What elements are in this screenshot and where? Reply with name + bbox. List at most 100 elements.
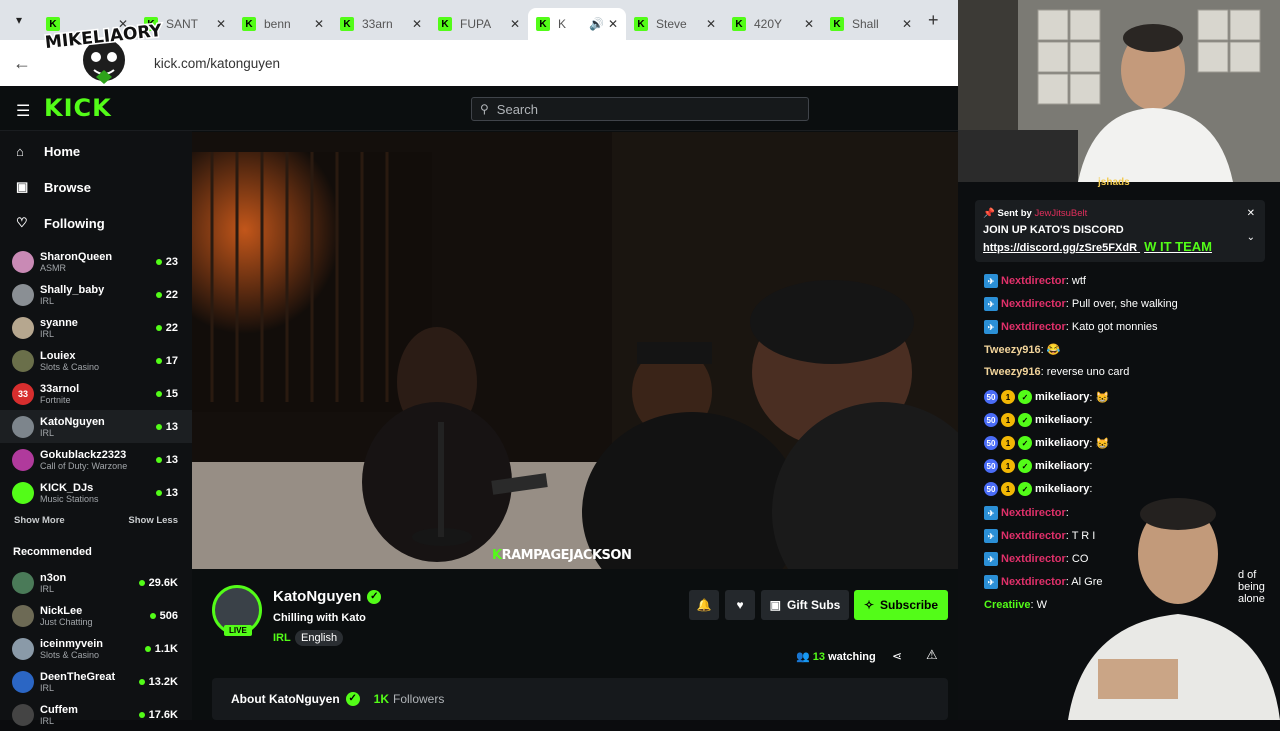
chat-username[interactable]: Nextdirector	[1001, 298, 1066, 310]
sidebar-nav-home[interactable]: ⌂ Home	[0, 133, 192, 169]
show-less-button[interactable]: Show Less	[128, 515, 178, 526]
channel-info: NickLee Just Chatting	[40, 605, 150, 627]
viewer-count: 23	[155, 256, 178, 268]
chevron-down-icon[interactable]: ⌄	[1247, 232, 1255, 243]
tab-title: FUPA	[460, 17, 492, 31]
avatar-initials: 33	[17, 388, 28, 399]
channel-name: DeenTheGreat	[40, 670, 116, 683]
sidebar-nav-browse[interactable]: ▣ Browse	[0, 169, 192, 205]
channel-info: Cuffem IRL	[40, 704, 139, 726]
nav-label: Browse	[44, 179, 91, 195]
kick-favicon-icon: K	[340, 17, 354, 31]
badge-icon: ✈	[984, 506, 998, 520]
gift-icon: ▣	[769, 598, 781, 612]
browser-tab[interactable]: K 33arn ✕	[332, 8, 430, 40]
sidebar-channel[interactable]: NickLee Just Chatting 506	[0, 599, 192, 632]
live-dot	[138, 678, 145, 685]
search-placeholder: Search	[496, 101, 538, 117]
new-tab-button[interactable]: +	[928, 10, 939, 31]
avatar	[12, 250, 34, 273]
sidebar-channel[interactable]: Louiex Slots & Casino 17	[0, 344, 192, 377]
sidebar-channel[interactable]: n3on IRL 29.6K	[0, 566, 192, 599]
follow-button[interactable]: ♥	[725, 590, 755, 620]
sidebar-channel[interactable]: Gokublackz2323 Call of Duty: Warzone 13	[0, 443, 192, 476]
viewer-number: 13	[165, 486, 178, 499]
verified-badge-icon: ✓	[1018, 390, 1032, 404]
gift-subs-button[interactable]: ▣ Gift Subs	[761, 590, 849, 620]
chat-username[interactable]: Nextdirector	[1001, 321, 1066, 333]
chat-username[interactable]: mikeliaory	[1035, 414, 1089, 426]
channel-info: Louiex Slots & Casino	[40, 350, 156, 372]
share-icon[interactable]: ⋖	[892, 649, 902, 663]
live-dot	[155, 357, 162, 364]
sidebar-channel[interactable]: SharonQueen ASMR 23	[0, 245, 192, 278]
discord-link[interactable]: https://discord.gg/zSre5FXdR	[983, 242, 1137, 254]
badge-icon: ✈	[984, 320, 998, 334]
chat-username[interactable]: mikeliaory	[1035, 437, 1089, 449]
sidebar-channel[interactable]: KICK_DJs Music Stations 13	[0, 476, 192, 509]
sidebar-channel[interactable]: KatoNguyen IRL 13	[0, 410, 192, 443]
viewer-number: 29.6K	[148, 576, 178, 589]
channel-info: SharonQueen ASMR	[40, 251, 156, 273]
browser-tab[interactable]: K Shall ✕	[822, 8, 920, 40]
wit-team-emote: W IT TEAM	[1144, 239, 1212, 254]
close-tab-icon[interactable]: ✕	[412, 17, 422, 31]
notification-button[interactable]: 🔔	[689, 590, 719, 620]
close-tab-icon[interactable]: ✕	[314, 17, 324, 31]
sidebar-channel[interactable]: DeenTheGreat IRL 13.2K	[0, 665, 192, 698]
sidebar-channel[interactable]: syanne IRL 22	[0, 311, 192, 344]
chat-username[interactable]: mikeliaory	[1035, 460, 1089, 472]
streamer-name[interactable]: KatoNguyen	[273, 588, 361, 605]
menu-icon[interactable]: ☰	[16, 101, 30, 121]
chat-username[interactable]: Tweezy916	[984, 344, 1041, 356]
show-more-button[interactable]: Show More	[14, 515, 65, 526]
video-player[interactable]: KRAMPAGEJACKSON	[192, 132, 958, 569]
badge-icon: ✈	[984, 297, 998, 311]
pinned-sender[interactable]: JewJitsuBelt	[1034, 208, 1087, 219]
kick-favicon-icon: K	[732, 17, 746, 31]
sidebar-channel[interactable]: Shally_baby IRL 22	[0, 278, 192, 311]
sidebar-channel[interactable]: 33 33arnol Fortnite 15	[0, 377, 192, 410]
chat-message: Tweezy916: 😂	[984, 343, 1060, 357]
speaker-icon[interactable]: 🔊	[589, 17, 604, 31]
close-tab-icon[interactable]: ✕	[608, 17, 618, 31]
video-caption: KRAMPAGEJACKSON	[492, 548, 632, 563]
chat-username[interactable]: mikeliaory	[1035, 391, 1089, 403]
browser-tab[interactable]: Kbenn ✕	[234, 8, 332, 40]
tab-list-dropdown[interactable]: ▾	[0, 0, 38, 40]
close-tab-icon[interactable]: ✕	[216, 17, 226, 31]
close-tab-icon[interactable]: ✕	[804, 17, 814, 31]
channel-category: Slots & Casino	[40, 649, 100, 660]
sidebar-channel[interactable]: Cuffem IRL 17.6K	[0, 698, 192, 731]
stream-category[interactable]: IRL	[273, 632, 291, 644]
close-tab-icon[interactable]: ✕	[706, 17, 716, 31]
subscribe-button[interactable]: ✧ Subscribe	[854, 590, 948, 620]
close-tab-icon[interactable]: ✕	[902, 17, 912, 31]
browser-tab[interactable]: K Steve ✕	[626, 8, 724, 40]
avatar	[12, 448, 34, 471]
heart-icon: ♥	[736, 598, 744, 612]
language-tag[interactable]: English	[295, 630, 344, 646]
chat-message: ✈ Nextdirector: Kato got monnies	[984, 320, 1158, 334]
channel-info: Shally_baby IRL	[40, 284, 156, 306]
followers-label: Followers	[393, 692, 445, 706]
chat-username[interactable]: Nextdirector	[1001, 275, 1066, 287]
close-tab-icon[interactable]: ✕	[510, 17, 520, 31]
browser-tab[interactable]: K FUPA ✕	[430, 8, 528, 40]
unpin-icon[interactable]: ✕	[1247, 208, 1255, 219]
sidebar-nav-following[interactable]: ♡ Following	[0, 205, 192, 241]
browser-tab[interactable]: K 420Y ✕	[724, 8, 822, 40]
channel-category: Music Stations	[40, 493, 99, 504]
caption-k: K	[492, 548, 502, 563]
sidebar-channel[interactable]: iceinmyvein Slots & Casino 1.1K	[0, 632, 192, 665]
viewer-number: 22	[165, 321, 178, 334]
live-dot	[155, 489, 162, 496]
kick-logo[interactable]: KICK	[44, 94, 112, 122]
chat-username[interactable]: Tweezy916	[984, 366, 1041, 378]
gift-subs-label: Gift Subs	[787, 598, 841, 612]
browser-tab[interactable]: K K 🔊 ✕	[528, 8, 626, 40]
report-icon[interactable]: ⚠	[926, 647, 938, 663]
gifter-badge-icon: 1	[1001, 436, 1015, 450]
channel-category: IRL	[40, 682, 55, 693]
search-input[interactable]: ⚲ Search	[471, 97, 809, 121]
